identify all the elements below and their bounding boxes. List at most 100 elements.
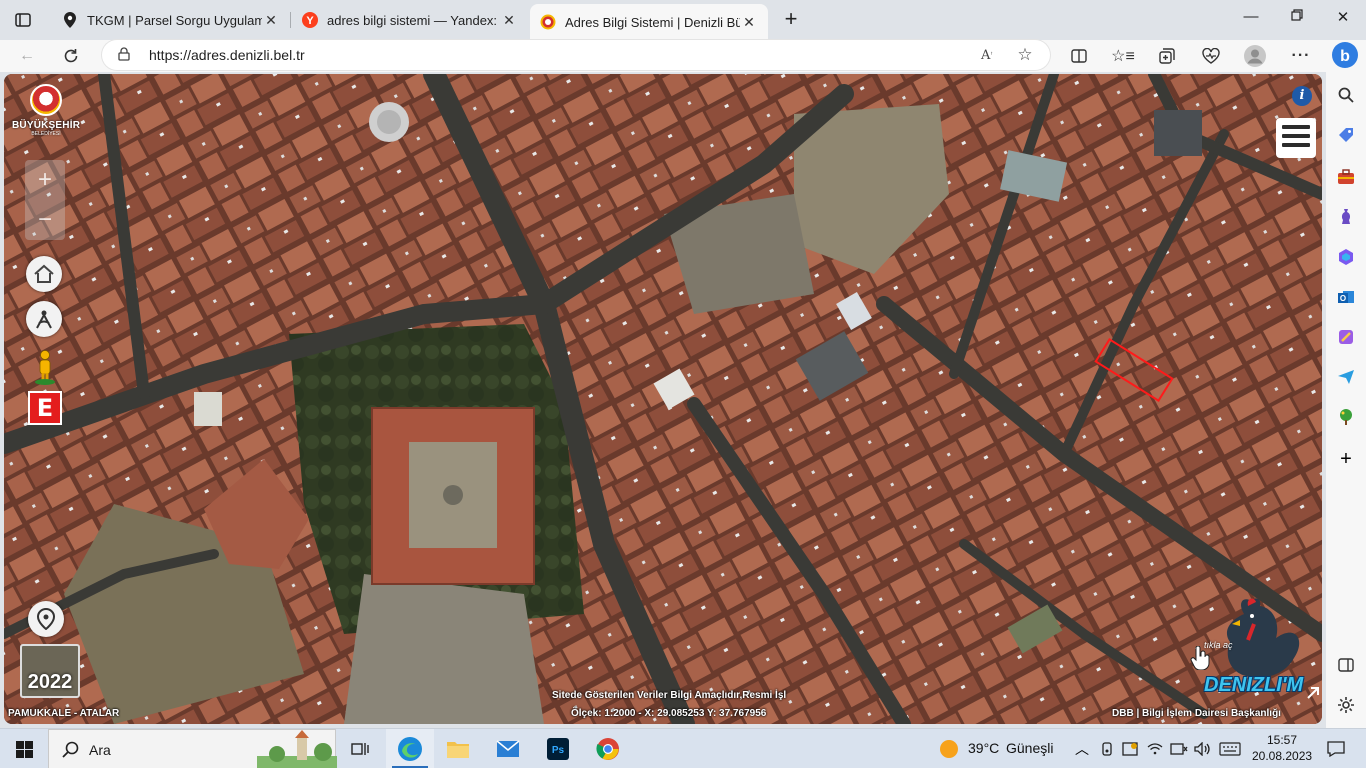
network-status-icon[interactable] [1168,729,1190,768]
collections-icon[interactable] [1154,44,1180,68]
scale-coordinates: Ölçek: 1:2000 - X: 29.085253 Y: 37.76795… [571,708,767,719]
edit-button[interactable]: E [28,391,62,425]
minimize-button[interactable]: — [1228,8,1274,30]
denizli-buyuksehir-logo[interactable]: BÜYÜKŞEHİR BELEDİYESİ [12,84,80,156]
zoom-out-button[interactable]: − [25,200,65,240]
taskbar-search[interactable]: Ara [48,729,337,768]
more-options-icon[interactable]: ··· [1288,44,1314,68]
tab-tkgm[interactable]: TKGM | Parsel Sorgu Uygulaması ✕ [52,4,290,36]
location-pin-icon [37,608,55,630]
location-label: PAMUKKALE - ATALAR [8,708,120,719]
street-view-pegman-icon[interactable] [34,350,56,386]
browser-essentials-icon[interactable] [1198,44,1224,68]
taskbar-photoshop[interactable]: Ps [534,729,582,768]
split-screen-icon[interactable] [1066,44,1092,68]
settings-gear-icon[interactable] [1333,692,1359,718]
read-aloud-icon[interactable]: Aꜛ [976,45,998,65]
tab-yandex[interactable]: Y adres bilgi sistemi — Yandex: 7 b ✕ [292,4,528,36]
close-tab-icon[interactable]: ✕ [262,12,280,29]
microsoft-365-icon[interactable] [1333,244,1359,270]
logo-title: BÜYÜKŞEHİR [12,120,81,131]
yandex-icon: Y [302,12,318,28]
task-view-button[interactable] [342,729,378,768]
tab-strip: TKGM | Parsel Sorgu Uygulaması ✕ Y adres… [0,0,1366,40]
add-sidebar-app-icon[interactable]: + [1333,446,1359,472]
menu-hamburger-button[interactable] [1276,118,1316,158]
flat-roof [1154,110,1202,156]
search-icon[interactable] [1333,82,1359,108]
clock-date: 20.08.2023 [1252,749,1313,763]
security-alert-icon[interactable] [1120,729,1140,768]
weather-description[interactable]: Güneşli [1006,740,1053,756]
plaza-area [344,574,544,724]
meet-now-icon[interactable] [1097,729,1117,768]
expand-arrow-icon[interactable] [1306,686,1320,700]
hide-sidebar-icon[interactable] [1333,652,1359,678]
close-window-button[interactable]: ✕ [1320,8,1366,30]
taskbar-file-explorer[interactable] [434,729,482,768]
zoom-control: + − [25,160,65,240]
tab-title: adres bilgi sistemi — Yandex: 7 b [327,12,500,28]
url-text[interactable]: https://adres.denizli.bel.tr [149,47,305,63]
games-chess-icon[interactable] [1333,204,1359,230]
designer-icon[interactable] [1333,324,1359,350]
edge-browser-icon [398,737,422,761]
home-button[interactable] [26,256,62,292]
close-tab-icon[interactable]: ✕ [500,12,518,29]
web-viewport: BÜYÜKŞEHİR BELEDİYESİ + − E 2022 PAMUKKA… [4,74,1322,724]
keyboard-language-icon[interactable] [1216,729,1244,768]
address-bar[interactable]: https://adres.denizli.bel.tr Aꜛ ☆ [102,40,1050,70]
profile-avatar-icon[interactable] [1242,44,1268,68]
denizlim-brand[interactable]: DENIZLI'M [1204,674,1303,697]
shopping-tag-icon[interactable] [1333,122,1359,148]
tray-chevron-up-icon[interactable]: ︿ [1072,729,1092,768]
browser-toolbar: ← https://adres.denizli.bel.tr Aꜛ ☆ ☆≡ ·… [0,40,1366,72]
new-tab-button[interactable]: + [779,8,803,32]
windows-taskbar: Ara Ps 39°C Güneşli ︿ 15:57 20.08.2023 [0,728,1366,768]
taskbar-clock[interactable]: 15:57 20.08.2023 [1252,732,1312,764]
satellite-map[interactable] [4,74,1322,724]
credit-text: DBB | Bilgi İşlem Dairesi Başkanlığı [1112,708,1281,719]
weather-temperature[interactable]: 39°C [968,740,999,756]
tree-app-icon[interactable] [1333,404,1359,430]
info-icon[interactable]: i [1292,86,1312,106]
back-arrow-icon[interactable]: ← [14,44,40,68]
mail-icon [496,740,520,757]
weather-sun-icon[interactable] [934,729,964,768]
close-tab-icon[interactable]: ✕ [740,14,758,31]
search-highlight-illustration [257,730,337,768]
tools-briefcase-icon[interactable] [1333,164,1359,190]
restore-button[interactable] [1274,8,1320,30]
refresh-icon[interactable] [58,44,84,68]
lock-icon[interactable] [118,47,130,66]
my-location-button[interactable] [28,601,64,637]
imagery-year: 2022 [27,671,73,693]
taskbar-edge[interactable] [386,729,434,768]
svg-text:b: b [1340,48,1350,65]
notifications-icon[interactable] [1318,729,1354,768]
mosque-dome [369,102,409,142]
zoom-in-button[interactable]: + [25,160,65,200]
taskbar-mail[interactable] [484,729,532,768]
measure-button[interactable] [26,301,62,337]
favorites-icon[interactable]: ☆≡ [1110,44,1136,68]
search-placeholder: Ara [89,742,111,758]
taskbar-chrome[interactable] [584,729,632,768]
send-drop-icon[interactable] [1333,364,1359,390]
logo-subtitle: BELEDİYESİ [31,131,61,137]
favorite-star-icon[interactable]: ☆ [1014,45,1036,65]
bing-copilot-icon[interactable]: b [1330,40,1360,70]
windows-logo-icon [15,740,33,758]
outlook-icon[interactable]: O [1333,284,1359,310]
imagery-year-selector[interactable]: 2022 [20,644,80,698]
flat-roof [194,392,222,426]
hand-cursor-icon [1190,646,1210,670]
start-button[interactable] [0,729,48,768]
home-icon [34,264,54,283]
denizli-emblem-icon [30,84,62,116]
tab-adres-active[interactable]: Adres Bilgi Sistemi | Denizli Büyü ✕ [530,4,768,40]
volume-icon[interactable] [1192,729,1214,768]
denizli-emblem-icon [540,14,556,30]
tab-actions-icon[interactable] [10,9,36,31]
wifi-icon[interactable] [1145,729,1165,768]
